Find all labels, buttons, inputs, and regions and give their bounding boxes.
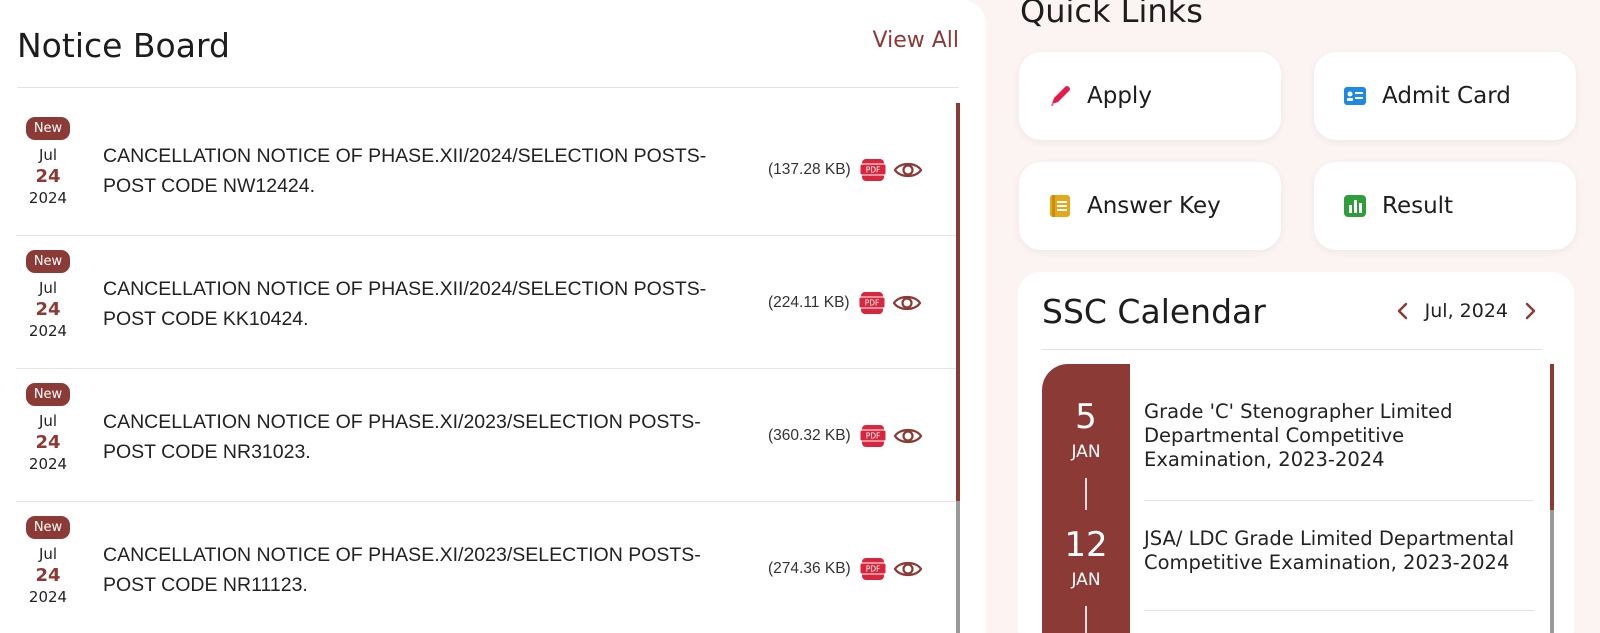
notice-meta: (360.32 KB) PDF — [768, 421, 923, 451]
pdf-icon[interactable]: PDF — [858, 290, 886, 316]
calendar-title: SSC Calendar — [1042, 292, 1266, 331]
chevron-right-icon[interactable] — [1520, 301, 1540, 321]
notice-link[interactable]: CANCELLATION NOTICE OF PHASE.XI/2023/SEL… — [103, 407, 723, 467]
pdf-icon-text: PDF — [864, 299, 879, 308]
pdf-icon-text: PDF — [865, 565, 880, 574]
calendar-date: 5 JAN — [1042, 400, 1130, 462]
calendar-month-label: Jul, 2024 — [1424, 300, 1508, 322]
calendar-event[interactable]: Grade 'C' Stenographer Limited Departmen… — [1144, 400, 1534, 472]
quick-link-label: Apply — [1087, 83, 1152, 109]
calendar-date-strip: 5 JAN 12 JAN — [1042, 364, 1130, 633]
quick-link-apply[interactable]: Apply — [1019, 52, 1281, 140]
calendar-separator — [1085, 606, 1087, 633]
notice-year: 2024 — [28, 189, 68, 207]
file-size: (224.11 KB) — [768, 294, 850, 311]
notice-month: Jul — [38, 279, 58, 297]
notice-year: 2024 — [28, 455, 68, 473]
pdf-icon-text: PDF — [865, 432, 880, 441]
calendar-day-month: JAN — [1071, 570, 1101, 590]
new-badge: New — [25, 117, 71, 140]
eye-icon[interactable] — [892, 292, 922, 314]
notice-day: 24 — [35, 432, 61, 453]
notice-month: Jul — [38, 412, 58, 430]
calendar-event-divider — [1144, 500, 1534, 501]
quick-link-label: Admit Card — [1382, 83, 1511, 109]
eye-icon[interactable] — [893, 558, 923, 580]
notice-meta: (137.28 KB) PDF — [768, 155, 923, 185]
notice-row: New Jul 24 2024 CANCELLATION NOTICE OF P… — [16, 369, 956, 502]
calendar-separator — [1085, 478, 1087, 510]
calendar-nav: Jul, 2024 — [1393, 300, 1540, 322]
page: Notice Board View All New Jul 24 2024 CA… — [0, 0, 1600, 633]
document-icon — [1047, 193, 1073, 219]
id-card-icon — [1342, 83, 1368, 109]
notice-year: 2024 — [28, 322, 68, 340]
new-badge: New — [25, 383, 71, 406]
pdf-icon[interactable]: PDF — [859, 556, 887, 582]
bar-chart-icon — [1342, 193, 1368, 219]
pdf-icon[interactable]: PDF — [859, 157, 887, 183]
file-size: (137.28 KB) — [768, 161, 851, 178]
notice-date: New Jul 24 2024 — [16, 250, 80, 340]
notice-year: 2024 — [28, 588, 68, 606]
notice-date: New Jul 24 2024 — [16, 383, 80, 473]
notice-link[interactable]: CANCELLATION NOTICE OF PHASE.XI/2023/SEL… — [103, 540, 723, 600]
new-badge: New — [25, 516, 71, 539]
calendar-scrollbar-thumb[interactable] — [1550, 364, 1554, 510]
notice-scrollbar-thumb[interactable] — [956, 103, 960, 501]
notice-month: Jul — [38, 545, 58, 563]
notice-board-title: Notice Board — [17, 26, 230, 65]
file-size: (360.32 KB) — [768, 427, 851, 444]
new-badge: New — [25, 250, 71, 273]
calendar-day-number: 5 — [1075, 397, 1097, 437]
calendar-day-number: 12 — [1064, 525, 1108, 565]
ssc-calendar-card: SSC Calendar Jul, 2024 5 JAN 12 JAN Grad… — [1018, 272, 1574, 633]
pdf-icon[interactable]: PDF — [859, 423, 887, 449]
pencil-icon — [1047, 83, 1073, 109]
pdf-icon-text: PDF — [865, 166, 880, 175]
calendar-day-month: JAN — [1071, 442, 1101, 462]
view-all-link[interactable]: View All — [873, 28, 959, 53]
quick-link-admit-card[interactable]: Admit Card — [1314, 52, 1576, 140]
quick-links-title: Quick Links — [1020, 0, 1203, 30]
notice-board-header: Notice Board View All — [17, 20, 959, 88]
notice-link[interactable]: CANCELLATION NOTICE OF PHASE.XII/2024/SE… — [103, 141, 723, 201]
quick-link-answer-key[interactable]: Answer Key — [1019, 162, 1281, 250]
notice-row: New Jul 24 2024 CANCELLATION NOTICE OF P… — [16, 236, 956, 369]
calendar-divider — [1042, 349, 1542, 350]
quick-link-result[interactable]: Result — [1314, 162, 1576, 250]
notice-day: 24 — [35, 299, 61, 320]
calendar-date: 12 JAN — [1042, 528, 1130, 590]
calendar-event-divider — [1144, 610, 1534, 611]
notice-month: Jul — [38, 146, 58, 164]
notice-row: New Jul 24 2024 CANCELLATION NOTICE OF P… — [16, 103, 956, 236]
file-size: (274.36 KB) — [768, 560, 851, 577]
notice-day: 24 — [35, 565, 61, 586]
notice-meta: (224.11 KB) PDF — [768, 288, 922, 318]
calendar-scrollbar[interactable] — [1550, 364, 1554, 633]
quick-link-label: Answer Key — [1087, 193, 1221, 219]
notice-meta: (274.36 KB) PDF — [768, 554, 923, 584]
notice-list: New Jul 24 2024 CANCELLATION NOTICE OF P… — [16, 103, 956, 633]
calendar-event[interactable]: JSA/ LDC Grade Limited Departmental Comp… — [1144, 527, 1534, 575]
chevron-left-icon[interactable] — [1393, 301, 1413, 321]
notice-day: 24 — [35, 166, 61, 187]
notice-scrollbar[interactable] — [956, 103, 960, 633]
notice-date: New Jul 24 2024 — [16, 117, 80, 207]
notice-row: New Jul 24 2024 CANCELLATION NOTICE OF P… — [16, 502, 956, 633]
quick-link-label: Result — [1382, 193, 1454, 219]
eye-icon[interactable] — [893, 159, 923, 181]
notice-link[interactable]: CANCELLATION NOTICE OF PHASE.XII/2024/SE… — [103, 274, 723, 334]
eye-icon[interactable] — [893, 425, 923, 447]
notice-date: New Jul 24 2024 — [16, 516, 80, 606]
